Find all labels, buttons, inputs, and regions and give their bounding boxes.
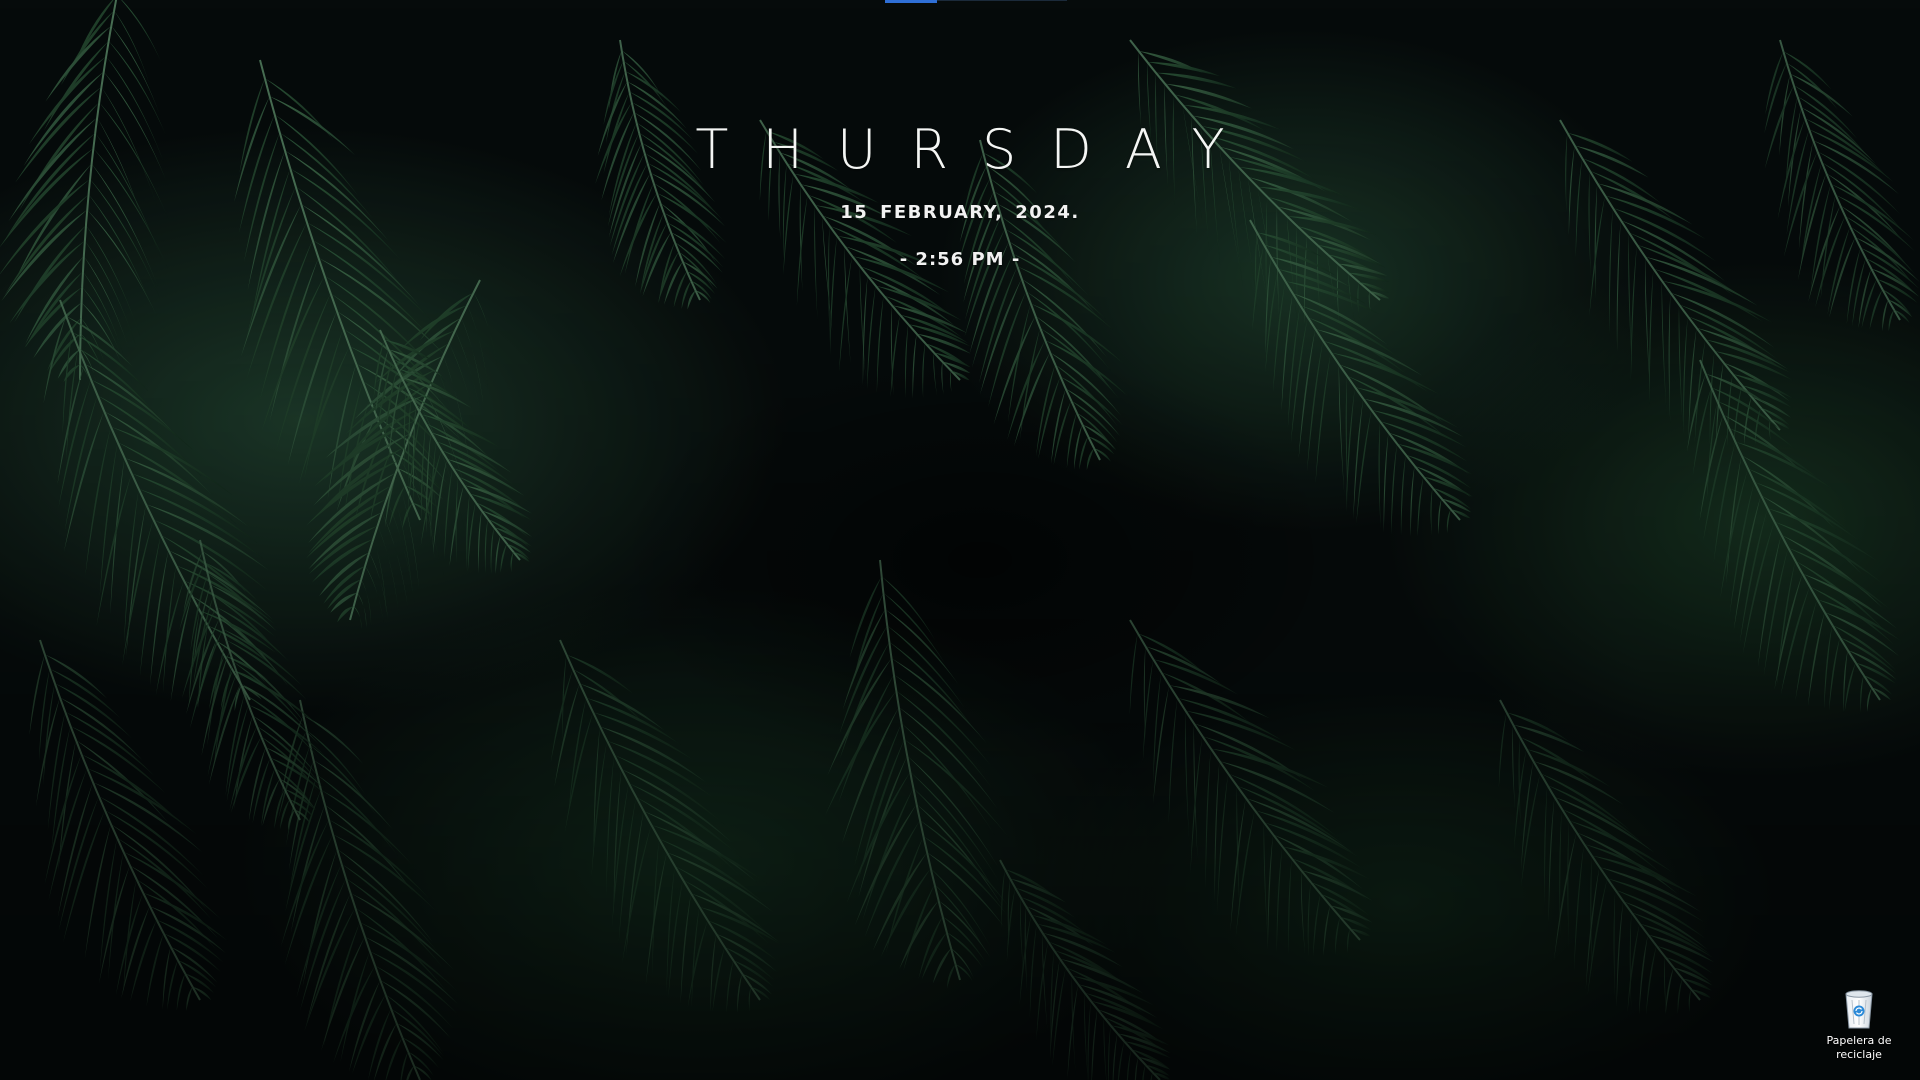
clock-date: 15 FEBRUARY, 2024.: [840, 202, 1080, 223]
clock-widget: THURSDAY 15 FEBRUARY, 2024. - 2:56 PM -: [660, 118, 1260, 270]
recycle-bin-icon: [1845, 990, 1873, 1029]
clock-time: - 2:56 PM -: [899, 249, 1021, 270]
top-accent-line: [937, 0, 1067, 1]
recycle-bin-shortcut[interactable]: Papelera de reciclaje: [1816, 986, 1902, 1070]
top-accent-bar: [885, 0, 937, 3]
desktop[interactable]: THURSDAY 15 FEBRUARY, 2024. - 2:56 PM - …: [0, 0, 1920, 1080]
recycle-bin-label: Papelera de reciclaje: [1826, 1034, 1892, 1061]
clock-day: THURSDAY: [695, 118, 1259, 181]
